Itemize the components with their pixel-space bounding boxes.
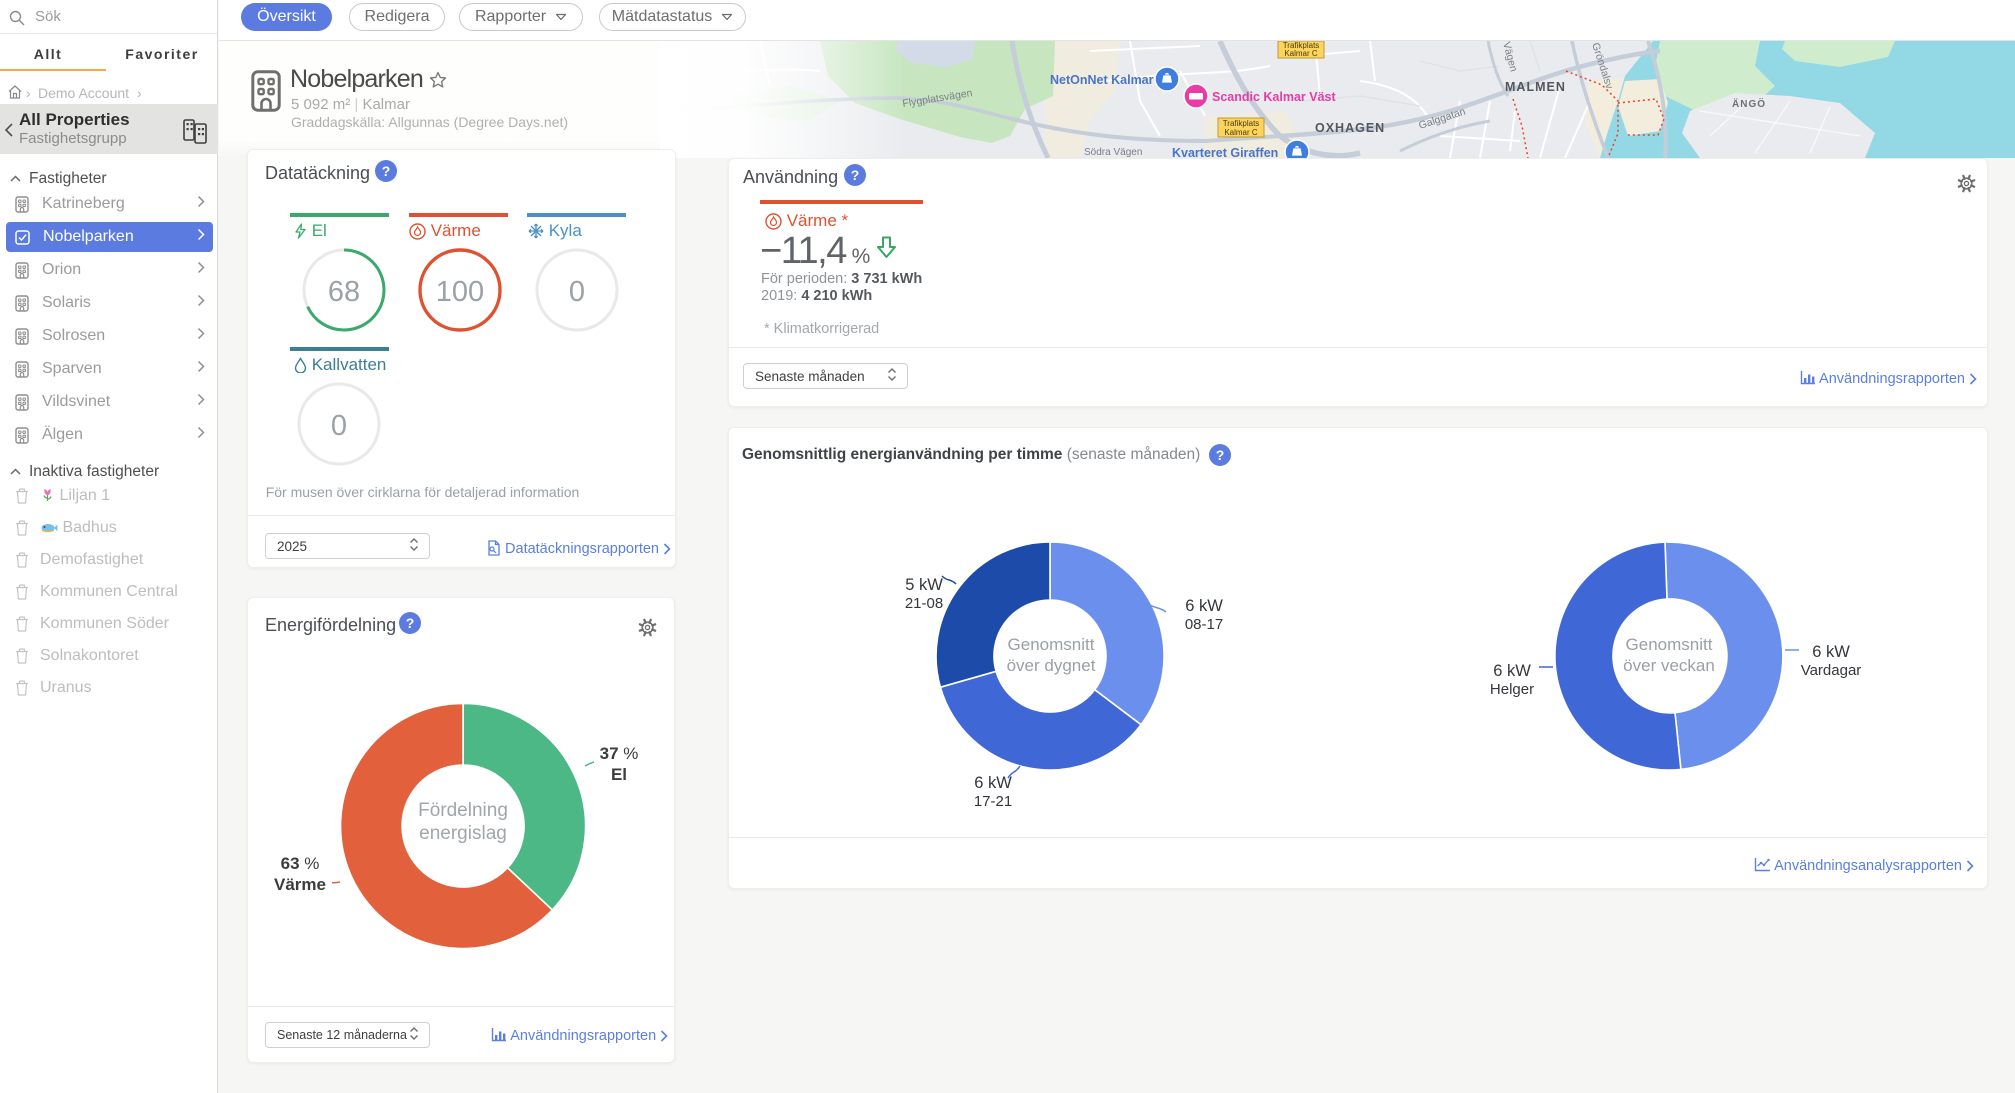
svg-text:Södra Vägen: Södra Vägen (1084, 147, 1142, 158)
svg-text:OXHAGEN: OXHAGEN (1315, 121, 1385, 135)
svg-text:Kvarteret Giraffen: Kvarteret Giraffen (1172, 146, 1278, 158)
svg-text:0: 0 (331, 410, 347, 442)
svg-text:100: 100 (436, 276, 484, 308)
svg-text:NetOnNet Kalmar: NetOnNet Kalmar (1050, 73, 1154, 87)
svg-text:ÄNGÖ: ÄNGÖ (1732, 97, 1766, 110)
svg-text:68: 68 (328, 276, 360, 308)
svg-text:MALMEN: MALMEN (1505, 80, 1566, 94)
svg-text:Kalmar C: Kalmar C (1284, 49, 1318, 58)
svg-text:Scandic Kalmar Väst: Scandic Kalmar Väst (1212, 90, 1337, 104)
svg-text:Kalmar C: Kalmar C (1224, 128, 1258, 137)
svg-text:Trafikplats: Trafikplats (1223, 119, 1260, 128)
svg-text:0: 0 (569, 276, 585, 308)
